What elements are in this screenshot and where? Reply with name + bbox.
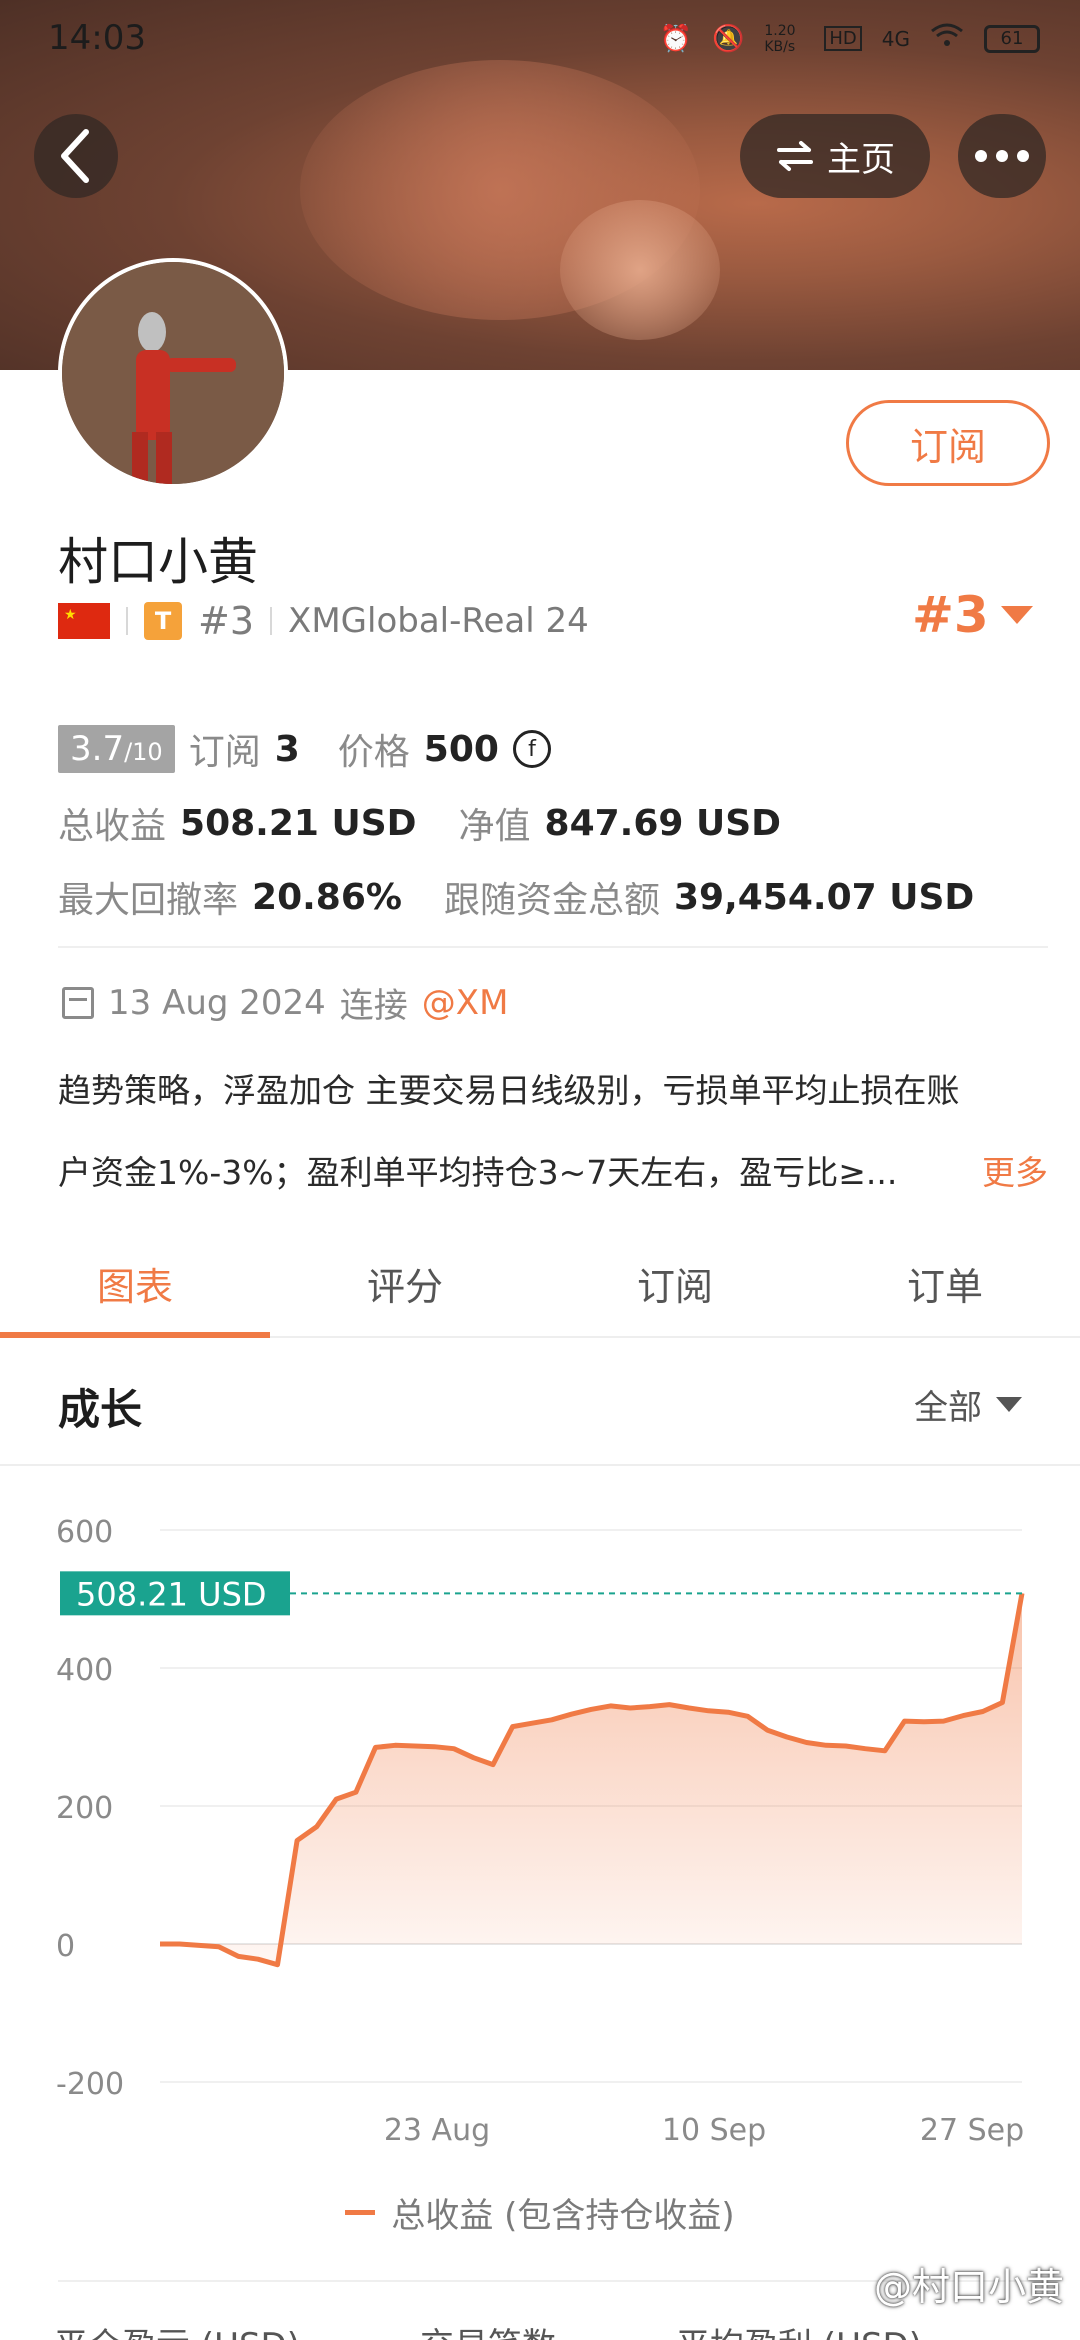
rank-value: #3	[912, 586, 989, 644]
caret-down-icon	[1000, 606, 1033, 624]
growth-chart-svg: 600 400 200 0 -200 508.21 USD 23 Aug 10 Sep 27 S…	[56, 1515, 1025, 2148]
max-drawdown-label: 最大回撤率	[58, 880, 239, 921]
stats-line-drawdown: 最大回撤率 20.86% 跟随资金总额 39,454.07 USD	[58, 860, 974, 934]
rating-scale: /10	[124, 738, 163, 766]
trader-meta: ★ T #3 XMGlobal-Real 24	[58, 596, 589, 646]
chart-legend: 总收益 (包含持仓收益)	[0, 2188, 1080, 2237]
y-tick-label: 400	[56, 1653, 113, 1688]
y-tick-label: 0	[56, 1929, 75, 1964]
watermark: @村口小黄	[873, 2265, 1064, 2309]
avatar-figure	[62, 262, 284, 484]
current-value-label: 508.21 USD	[76, 1575, 267, 1613]
y-tick-label: 200	[56, 1791, 113, 1826]
growth-chart[interactable]: 600 400 200 0 -200 508.21 USD 23 Aug 10 Sep 27 S…	[0, 1480, 1080, 2180]
range-filter-dropdown[interactable]: 全部	[914, 1380, 1022, 1429]
rank-dropdown[interactable]: #3	[912, 586, 1033, 644]
subscriptions-label: 订阅	[188, 732, 261, 773]
back-button[interactable]	[34, 114, 118, 198]
meta-divider	[126, 607, 128, 635]
connection-info: 13 Aug 2024 连接 @XM	[62, 978, 508, 1027]
status-icons: ⏰ 🔕 1.20 KB/s HD 4G 61	[660, 22, 1040, 55]
hd-badge: HD	[824, 26, 862, 51]
home-button[interactable]: 主页	[740, 114, 930, 198]
price-label: 价格	[337, 732, 410, 773]
subscriptions-value: 3	[274, 728, 300, 770]
followed-funds-value: 39,454.07 USD	[673, 876, 975, 918]
more-link[interactable]: 更多	[982, 1132, 1048, 1214]
followed-funds-label: 跟随资金总额	[443, 880, 660, 921]
y-tick-label: -200	[56, 2067, 124, 2102]
tier-badge: T	[144, 602, 182, 640]
summary-col-avg-profit: 平均盈利 (USD)	[676, 2318, 922, 2340]
broker-link[interactable]: @XM	[422, 983, 509, 1023]
more-button[interactable]	[958, 114, 1046, 198]
battery-icon: 61	[984, 24, 1040, 53]
max-drawdown-value: 20.86%	[252, 876, 402, 918]
trader-name: 村口小黄	[58, 533, 258, 591]
legend-label: 总收益 (包含持仓收益)	[391, 2196, 735, 2236]
alarm-icon: ⏰	[659, 23, 692, 54]
calendar-icon	[62, 986, 94, 1019]
connect-date: 13 Aug 2024	[108, 982, 326, 1023]
stats-block: 3.7/10 订阅 3 价格 500 f 总收益 508.21 USD 净值 8…	[58, 712, 974, 934]
chevron-left-icon	[61, 129, 89, 183]
growth-title: 成长	[58, 1385, 143, 1434]
range-filter-label: 全部	[914, 1388, 982, 1428]
summary-row: 平仓盈亏 (USD) 交易笔数 平均盈利 (USD)	[54, 2318, 922, 2340]
china-flag-icon: ★	[58, 603, 110, 639]
more-dot-icon	[975, 150, 987, 162]
net-value-label: 净值	[458, 806, 531, 847]
avatar[interactable]	[58, 258, 288, 488]
connect-label: 连接	[339, 986, 408, 1026]
y-tick-label: 600	[56, 1515, 113, 1550]
banner-blur-highlight	[560, 200, 720, 340]
tab-chart[interactable]: 图表	[0, 1230, 270, 1338]
signal-label: 4G	[881, 26, 910, 51]
more-dot-icon	[1017, 150, 1029, 162]
rating-value: 3.7	[70, 729, 125, 769]
summary-col-closed-pnl: 平仓盈亏 (USD)	[54, 2318, 300, 2340]
status-time: 14:03	[48, 18, 146, 58]
x-tick-label: 23 Aug	[384, 2113, 490, 2148]
tab-orders[interactable]: 订单	[810, 1230, 1080, 1336]
swap-icon	[777, 141, 813, 171]
price-value: 500	[423, 728, 499, 770]
description-line-1: 趋势策略，浮盈加仓 主要交易日线级别，亏损单平均止损在账	[58, 1071, 960, 1110]
total-profit-value: 508.21 USD	[180, 802, 417, 844]
tab-bar: 图表 评分 订阅 订单	[0, 1230, 1080, 1338]
subscribe-button[interactable]: 订阅	[846, 400, 1050, 486]
wifi-icon	[930, 22, 964, 55]
tab-rating[interactable]: 评分	[270, 1230, 540, 1336]
legend-swatch	[345, 2210, 376, 2215]
growth-header: 成长 全部	[0, 1340, 1080, 1466]
rating-badge: 3.7/10	[58, 725, 175, 773]
description-line-2: 户资金1%-3%；盈利单平均持仓3~7天左右，盈亏比≥...	[58, 1153, 898, 1192]
x-tick-label: 27 Sep	[920, 2113, 1024, 2148]
total-profit-label: 总收益	[58, 806, 167, 847]
more-dot-icon	[996, 150, 1008, 162]
coin-icon: f	[512, 730, 551, 768]
caret-down-icon	[996, 1397, 1022, 1412]
strategy-description: 趋势策略，浮盈加仓 主要交易日线级别，亏损单平均止损在账 户资金1%-3%；盈利…	[58, 1050, 1048, 1214]
series-area	[160, 1593, 1022, 1965]
net-value-value: 847.69 USD	[544, 802, 782, 844]
home-label: 主页	[827, 139, 895, 180]
stats-line-rating: 3.7/10 订阅 3 价格 500 f	[58, 712, 974, 786]
stats-line-profit: 总收益 508.21 USD 净值 847.69 USD	[58, 786, 974, 860]
mute-icon: 🔕	[711, 23, 745, 54]
summary-col-trades: 交易笔数	[420, 2318, 556, 2340]
description-line-2-row: 户资金1%-3%；盈利单平均持仓3~7天左右，盈亏比≥... 更多	[58, 1132, 1048, 1214]
network-speed: 1.20 KB/s	[764, 22, 796, 55]
divider	[58, 946, 1048, 948]
x-tick-label: 10 Sep	[662, 2113, 766, 2148]
status-bar: 14:03 ⏰ 🔕 1.20 KB/s HD 4G 61	[0, 0, 1080, 80]
meta-divider	[270, 607, 273, 635]
rank-label: #3	[198, 599, 255, 643]
account-label: XMGlobal-Real 24	[288, 601, 589, 641]
tab-subscription[interactable]: 订阅	[540, 1230, 810, 1336]
